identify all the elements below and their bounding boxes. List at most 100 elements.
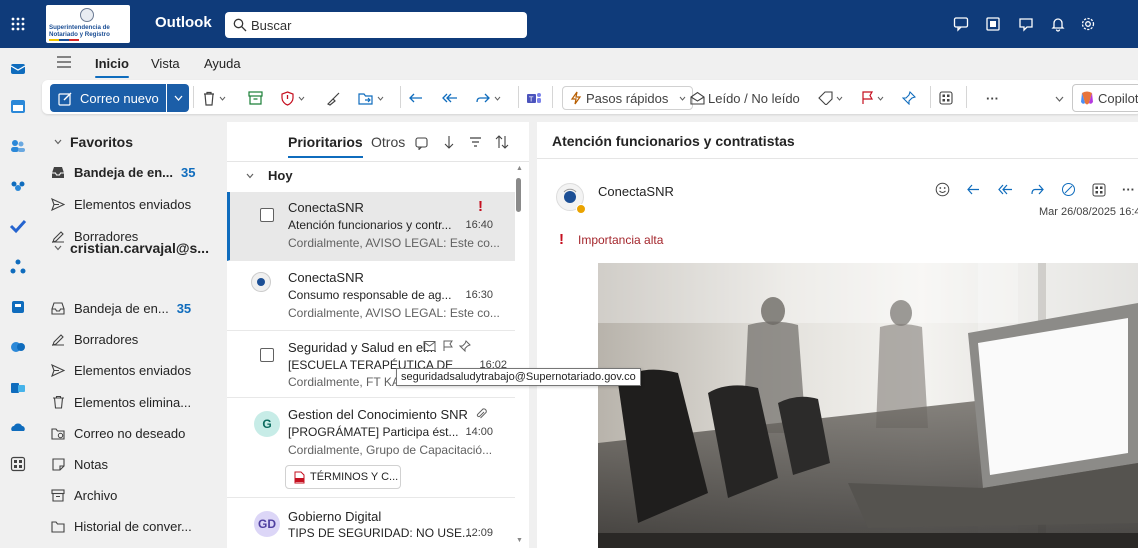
chevron-down-icon bbox=[54, 245, 62, 251]
tab-vista[interactable]: Vista bbox=[151, 56, 180, 71]
notes-icon bbox=[50, 457, 66, 471]
reply-all-button[interactable] bbox=[441, 89, 459, 107]
new-mail-button[interactable]: Correo nuevo bbox=[50, 84, 166, 112]
folder-notes[interactable]: Notas bbox=[50, 450, 108, 478]
copilot-button[interactable]: Copilot bbox=[1072, 84, 1138, 112]
calendar-app-icon[interactable] bbox=[6, 94, 30, 118]
sort-icon[interactable] bbox=[495, 135, 509, 149]
jump-to-icon[interactable] bbox=[444, 135, 454, 150]
folder-sent[interactable]: Elementos enviados bbox=[50, 356, 191, 384]
teams-share-button[interactable]: T bbox=[526, 89, 542, 107]
copilot-icon bbox=[1081, 91, 1093, 105]
tab-inicio[interactable]: Inicio bbox=[95, 56, 129, 78]
collapse-ribbon-icon[interactable] bbox=[1055, 96, 1064, 102]
tab-focused[interactable]: Prioritarios bbox=[288, 134, 363, 158]
select-checkbox[interactable] bbox=[260, 348, 274, 362]
categorize-button[interactable] bbox=[818, 89, 843, 107]
read-unread-button[interactable]: Leído / No leído bbox=[690, 89, 800, 107]
list-item[interactable]: G Gestion del Conocimiento SNR [PROGRÁMA… bbox=[227, 399, 515, 498]
reply-icon bbox=[409, 93, 422, 103]
inbox-icon bbox=[50, 166, 66, 179]
hamburger-menu-icon[interactable] bbox=[57, 56, 71, 68]
todo-app-icon[interactable] bbox=[6, 214, 30, 238]
sender-name[interactable]: ConectaSNR bbox=[598, 184, 674, 199]
folder-drafts[interactable]: Borradores bbox=[50, 325, 138, 353]
viva-app-icon[interactable] bbox=[6, 335, 30, 359]
folder-archive[interactable]: Archivo bbox=[50, 481, 117, 509]
bell-icon[interactable] bbox=[1046, 12, 1070, 36]
account-header[interactable]: cristian.carvajal@s... bbox=[54, 234, 209, 262]
more-options-button[interactable]: ··· bbox=[986, 89, 999, 107]
chevron-down-icon bbox=[246, 173, 254, 178]
group-header-today[interactable]: Hoy bbox=[246, 168, 293, 183]
email-hero-image bbox=[598, 263, 1138, 548]
settings-icon[interactable] bbox=[1076, 12, 1100, 36]
envelope-icon[interactable] bbox=[423, 340, 436, 352]
people-app-icon[interactable] bbox=[6, 134, 30, 158]
folder-deleted[interactable]: Elementos elimina... bbox=[50, 388, 191, 416]
more-apps-icon[interactable] bbox=[6, 452, 30, 476]
scroll-down-arrow[interactable]: ▼ bbox=[516, 537, 523, 544]
tab-other[interactable]: Otros bbox=[371, 134, 405, 150]
junk-icon bbox=[50, 427, 66, 440]
folder-junk[interactable]: Correo no deseado bbox=[50, 419, 185, 447]
inbox-icon bbox=[50, 301, 66, 315]
list-item[interactable]: Seguridad y Salud en el... [ESCUELA TERA… bbox=[227, 332, 515, 398]
reply-icon[interactable] bbox=[966, 183, 981, 196]
app-launcher-icon[interactable] bbox=[0, 0, 36, 48]
attachment-chip[interactable]: TÉRMINOS Y C... bbox=[285, 465, 401, 489]
flag-button[interactable] bbox=[861, 89, 884, 107]
org-app-icon[interactable] bbox=[6, 255, 30, 279]
list-item[interactable]: GD Gobierno Digital TIPS DE SEGURIDAD: N… bbox=[227, 499, 515, 548]
apps-button[interactable] bbox=[939, 89, 953, 107]
pin-icon bbox=[902, 91, 916, 105]
pin-icon[interactable] bbox=[459, 340, 471, 352]
bookings-app-icon[interactable] bbox=[6, 295, 30, 319]
scroll-up-arrow[interactable]: ▲ bbox=[516, 165, 523, 172]
onedrive-app-icon[interactable] bbox=[6, 415, 30, 439]
drafts-icon bbox=[50, 333, 66, 346]
search-input[interactable]: Buscar bbox=[225, 12, 527, 38]
folder-favorites-sent[interactable]: Elementos enviados bbox=[50, 190, 191, 218]
pin-button[interactable] bbox=[902, 89, 916, 107]
groups-app-icon[interactable] bbox=[6, 174, 30, 198]
archive-button[interactable] bbox=[248, 89, 263, 107]
emoji-icon[interactable] bbox=[935, 182, 950, 197]
delete-button[interactable] bbox=[202, 89, 226, 107]
sweep-button[interactable] bbox=[326, 89, 341, 107]
email-subject: Atención funcionarios y contratistas bbox=[552, 133, 795, 149]
chat-icon[interactable] bbox=[949, 12, 973, 36]
report-button[interactable] bbox=[280, 89, 305, 107]
forward-button[interactable] bbox=[475, 89, 501, 107]
search-icon bbox=[233, 18, 247, 32]
list-item[interactable]: ConectaSNR ! Atención funcionarios y con… bbox=[227, 192, 515, 261]
flag-icon[interactable] bbox=[442, 340, 453, 352]
tab-ayuda[interactable]: Ayuda bbox=[204, 56, 241, 71]
forward-icon[interactable] bbox=[1030, 183, 1045, 196]
yammer-app-icon[interactable] bbox=[6, 376, 30, 400]
quick-steps-button[interactable]: Pasos rápidos bbox=[562, 86, 694, 110]
broom-icon bbox=[326, 92, 340, 106]
list-scrollbar[interactable] bbox=[516, 178, 521, 212]
more-icon[interactable]: ··· bbox=[1122, 182, 1135, 197]
reply-button[interactable] bbox=[408, 89, 424, 107]
new-mail-dropdown[interactable] bbox=[167, 84, 189, 112]
folder-inbox[interactable]: Bandeja de en... 35 bbox=[50, 294, 191, 322]
folder-favorites-inbox[interactable]: Bandeja de en... 35 bbox=[50, 158, 195, 186]
unsubscribe-icon[interactable] bbox=[1061, 182, 1076, 197]
chat-toggle-icon[interactable] bbox=[415, 137, 428, 150]
filter-icon[interactable] bbox=[469, 136, 482, 148]
mail-app-icon[interactable] bbox=[6, 57, 30, 81]
grid-icon[interactable] bbox=[1092, 183, 1106, 197]
favorites-header[interactable]: Favoritos bbox=[54, 128, 133, 156]
list-item[interactable]: ConectaSNR Consumo responsable de ag... … bbox=[227, 262, 515, 331]
svg-text:T: T bbox=[528, 95, 534, 103]
reply-all-icon[interactable] bbox=[997, 183, 1014, 196]
flag-icon bbox=[862, 91, 874, 104]
app-name[interactable]: Outlook bbox=[155, 14, 212, 31]
select-checkbox[interactable] bbox=[260, 208, 274, 222]
folder-history[interactable]: Historial de conver... bbox=[50, 512, 192, 540]
feedback-icon[interactable] bbox=[1014, 12, 1038, 36]
move-to-button[interactable] bbox=[358, 89, 384, 107]
teams-icon[interactable] bbox=[981, 12, 1005, 36]
